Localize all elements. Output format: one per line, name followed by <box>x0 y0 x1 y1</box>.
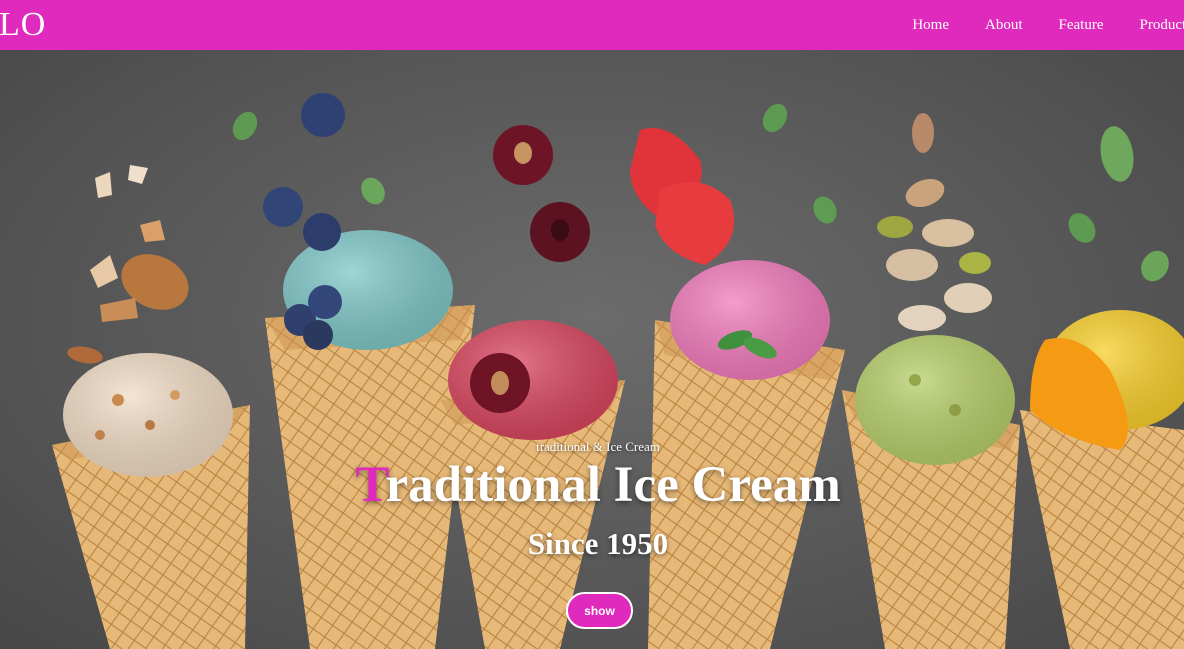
hero-tagline: traditional & Ice Cream <box>536 439 660 454</box>
logo[interactable]: LO <box>0 5 46 45</box>
headline-rest: raditional Ice Cream <box>385 457 841 513</box>
hero-subheadline: Since 1950 <box>527 526 669 561</box>
show-button[interactable]: show <box>566 592 633 629</box>
hero-headline: Traditional Ice Cream <box>0 455 1184 515</box>
navbar: LO Home About Feature Products <box>0 0 1184 50</box>
hero-content: traditional & Ice Cream Traditional Ice … <box>0 50 1184 649</box>
nav-link-about[interactable]: About <box>985 0 1023 50</box>
nav-link-feature[interactable]: Feature <box>1059 0 1104 50</box>
headline-first-letter: T <box>355 457 386 513</box>
nav-link-home[interactable]: Home <box>912 0 949 50</box>
nav-link-products[interactable]: Products <box>1140 0 1184 50</box>
nav-links: Home About Feature Products <box>912 0 1184 50</box>
hero-section: traditional & Ice Cream Traditional Ice … <box>0 50 1184 649</box>
